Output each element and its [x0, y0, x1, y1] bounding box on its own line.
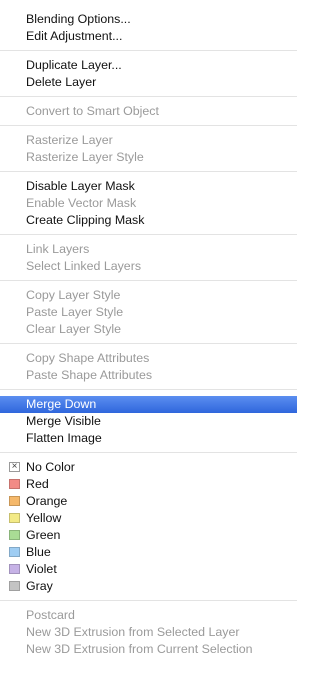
- menu-item-label: Delete Layer: [26, 75, 97, 89]
- menu-item-new-3d-extrusion-from-current-selection: New 3D Extrusion from Current Selection: [0, 641, 297, 658]
- menu-item-orange[interactable]: Orange: [0, 493, 297, 510]
- menu-item-label: Enable Vector Mask: [26, 196, 137, 210]
- menu-item-label: Yellow: [26, 511, 62, 525]
- menu-item-red[interactable]: Red: [0, 476, 297, 493]
- menu-item-label: Orange: [26, 494, 68, 508]
- menu-item-edit-adjustment[interactable]: Edit Adjustment...: [0, 28, 297, 45]
- menu-item-violet[interactable]: Violet: [0, 561, 297, 578]
- menu-item-label: Rasterize Layer Style: [26, 150, 144, 164]
- menu-item-new-3d-extrusion-from-selected-layer: New 3D Extrusion from Selected Layer: [0, 624, 297, 641]
- menu-item-duplicate-layer[interactable]: Duplicate Layer...: [0, 57, 297, 74]
- menu-separator: [0, 389, 297, 390]
- menu-item-label: Blending Options...: [26, 12, 131, 26]
- menu-item-disable-layer-mask[interactable]: Disable Layer Mask: [0, 178, 297, 195]
- no-color-x-icon: ×: [9, 462, 20, 472]
- menu-item-paste-shape-attributes: Paste Shape Attributes: [0, 367, 297, 384]
- menu-item-label: Rasterize Layer: [26, 133, 113, 147]
- menu-item-label: Paste Layer Style: [26, 305, 124, 319]
- menu-separator: [0, 50, 297, 51]
- menu-item-label: Flatten Image: [26, 431, 102, 445]
- menu-item-rasterize-layer-style: Rasterize Layer Style: [0, 149, 297, 166]
- menu-separator: [0, 171, 297, 172]
- menu-item-enable-vector-mask: Enable Vector Mask: [0, 195, 297, 212]
- menu-item-label: Copy Shape Attributes: [26, 351, 150, 365]
- menu-separator: [0, 452, 297, 453]
- menu-item-label: Blue: [26, 545, 51, 559]
- blue-swatch-icon: [9, 547, 20, 557]
- menu-item-label: Disable Layer Mask: [26, 179, 135, 193]
- menu-separator: [0, 280, 297, 281]
- menu-separator: [0, 96, 297, 97]
- menu-item-label: Paste Shape Attributes: [26, 368, 153, 382]
- menu-item-blending-options[interactable]: Blending Options...: [0, 11, 297, 28]
- menu-item-label: Duplicate Layer...: [26, 58, 122, 72]
- menu-item-label: Red: [26, 477, 49, 491]
- gray-swatch-icon: [9, 581, 20, 591]
- menu-item-label: New 3D Extrusion from Selected Layer: [26, 625, 240, 639]
- orange-swatch-icon: [9, 496, 20, 506]
- menu-item-link-layers: Link Layers: [0, 241, 297, 258]
- menu-item-label: Gray: [26, 579, 53, 593]
- green-swatch-icon: [9, 530, 20, 540]
- menu-item-label: No Color: [26, 460, 75, 474]
- menu-item-label: Merge Visible: [26, 414, 101, 428]
- menu-item-flatten-image[interactable]: Flatten Image: [0, 430, 297, 447]
- menu-item-copy-shape-attributes: Copy Shape Attributes: [0, 350, 297, 367]
- menu-separator: [0, 600, 297, 601]
- menu-item-label: Convert to Smart Object: [26, 104, 159, 118]
- menu-item-label: Select Linked Layers: [26, 259, 142, 273]
- menu-item-label: Merge Down: [26, 397, 97, 411]
- menu-separator: [0, 343, 297, 344]
- menu-item-label: Violet: [26, 562, 57, 576]
- menu-item-delete-layer[interactable]: Delete Layer: [0, 74, 297, 91]
- menu-item-create-clipping-mask[interactable]: Create Clipping Mask: [0, 212, 297, 229]
- menu-item-clear-layer-style: Clear Layer Style: [0, 321, 297, 338]
- menu-item-green[interactable]: Green: [0, 527, 297, 544]
- menu-item-label: Create Clipping Mask: [26, 213, 145, 227]
- menu-item-label: New 3D Extrusion from Current Selection: [26, 642, 253, 656]
- yellow-swatch-icon: [9, 513, 20, 523]
- menu-item-yellow[interactable]: Yellow: [0, 510, 297, 527]
- menu-item-copy-layer-style: Copy Layer Style: [0, 287, 297, 304]
- menu-item-merge-visible[interactable]: Merge Visible: [0, 413, 297, 430]
- menu-item-paste-layer-style: Paste Layer Style: [0, 304, 297, 321]
- menu-item-label: Clear Layer Style: [26, 322, 122, 336]
- menu-item-blue[interactable]: Blue: [0, 544, 297, 561]
- menu-item-label: Copy Layer Style: [26, 288, 121, 302]
- menu-item-label: Link Layers: [26, 242, 90, 256]
- violet-swatch-icon: [9, 564, 20, 574]
- menu-item-convert-to-smart-object: Convert to Smart Object: [0, 103, 297, 120]
- layer-context-menu: Blending Options... Edit Adjustment... Dup…: [0, 0, 297, 679]
- red-swatch-icon: [9, 479, 20, 489]
- menu-item-postcard: Postcard: [0, 607, 297, 624]
- menu-item-select-linked-layers: Select Linked Layers: [0, 258, 297, 275]
- menu-item-rasterize-layer: Rasterize Layer: [0, 132, 297, 149]
- menu-item-gray[interactable]: Gray: [0, 578, 297, 595]
- menu-item-merge-down[interactable]: Merge Down: [0, 396, 297, 413]
- menu-separator: [0, 234, 297, 235]
- menu-item-label: Green: [26, 528, 61, 542]
- menu-separator: [0, 125, 297, 126]
- menu-item-label: Edit Adjustment...: [26, 29, 123, 43]
- menu-item-label: Postcard: [26, 608, 75, 622]
- menu-item-no-color[interactable]: × No Color: [0, 459, 297, 476]
